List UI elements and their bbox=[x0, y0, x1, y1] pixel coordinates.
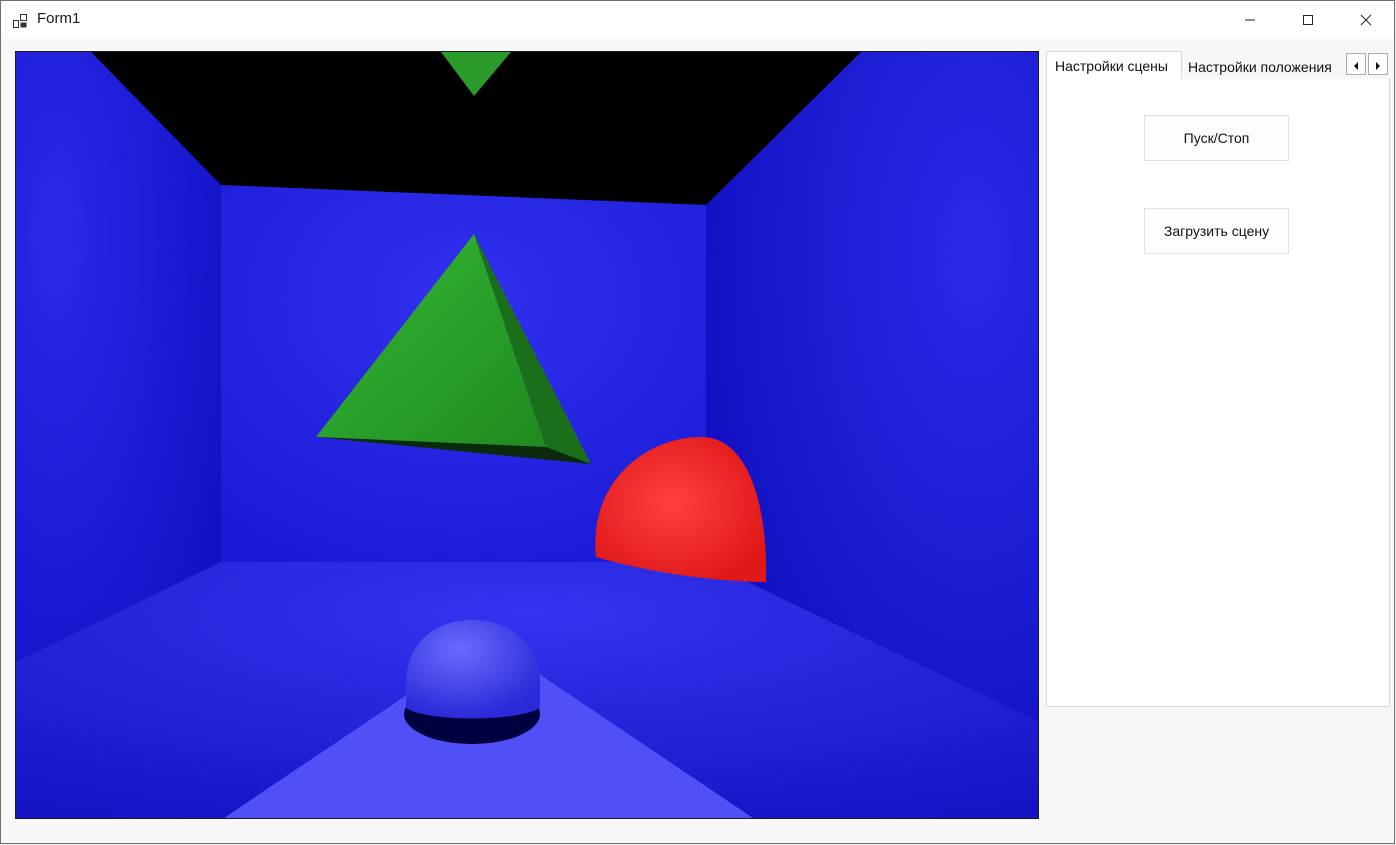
maximize-icon bbox=[1302, 11, 1314, 30]
title-bar: Form1 bbox=[1, 1, 1394, 39]
chevron-left-icon bbox=[1352, 55, 1360, 74]
close-icon bbox=[1360, 11, 1372, 30]
start-stop-button[interactable]: Пуск/Стоп bbox=[1144, 115, 1289, 161]
form-icon bbox=[13, 13, 27, 28]
main-window: Form1 Настройки сцены Настройки положени… bbox=[0, 0, 1395, 844]
scene-render bbox=[16, 52, 1038, 818]
tab-position-settings[interactable]: Настройки положения bbox=[1184, 53, 1344, 81]
minimize-icon bbox=[1244, 11, 1256, 30]
settings-tab-control: Настройки сцены Настройки положения Пуск… bbox=[1046, 51, 1390, 707]
chevron-right-icon bbox=[1374, 55, 1382, 74]
minimize-button[interactable] bbox=[1221, 1, 1279, 39]
tab-scroll-left-button[interactable] bbox=[1346, 53, 1366, 75]
tab-scene-settings[interactable]: Настройки сцены bbox=[1046, 51, 1182, 79]
maximize-button[interactable] bbox=[1279, 1, 1337, 39]
load-scene-button[interactable]: Загрузить сцену bbox=[1144, 208, 1289, 254]
tab-page-scene-settings: Пуск/Стоп Загрузить сцену bbox=[1046, 79, 1390, 707]
close-button[interactable] bbox=[1337, 1, 1395, 39]
tab-scroll-right-button[interactable] bbox=[1368, 53, 1388, 75]
scene-viewport[interactable] bbox=[15, 51, 1039, 819]
tab-strip: Настройки сцены Настройки положения bbox=[1046, 51, 1390, 79]
window-title: Form1 bbox=[37, 10, 81, 27]
